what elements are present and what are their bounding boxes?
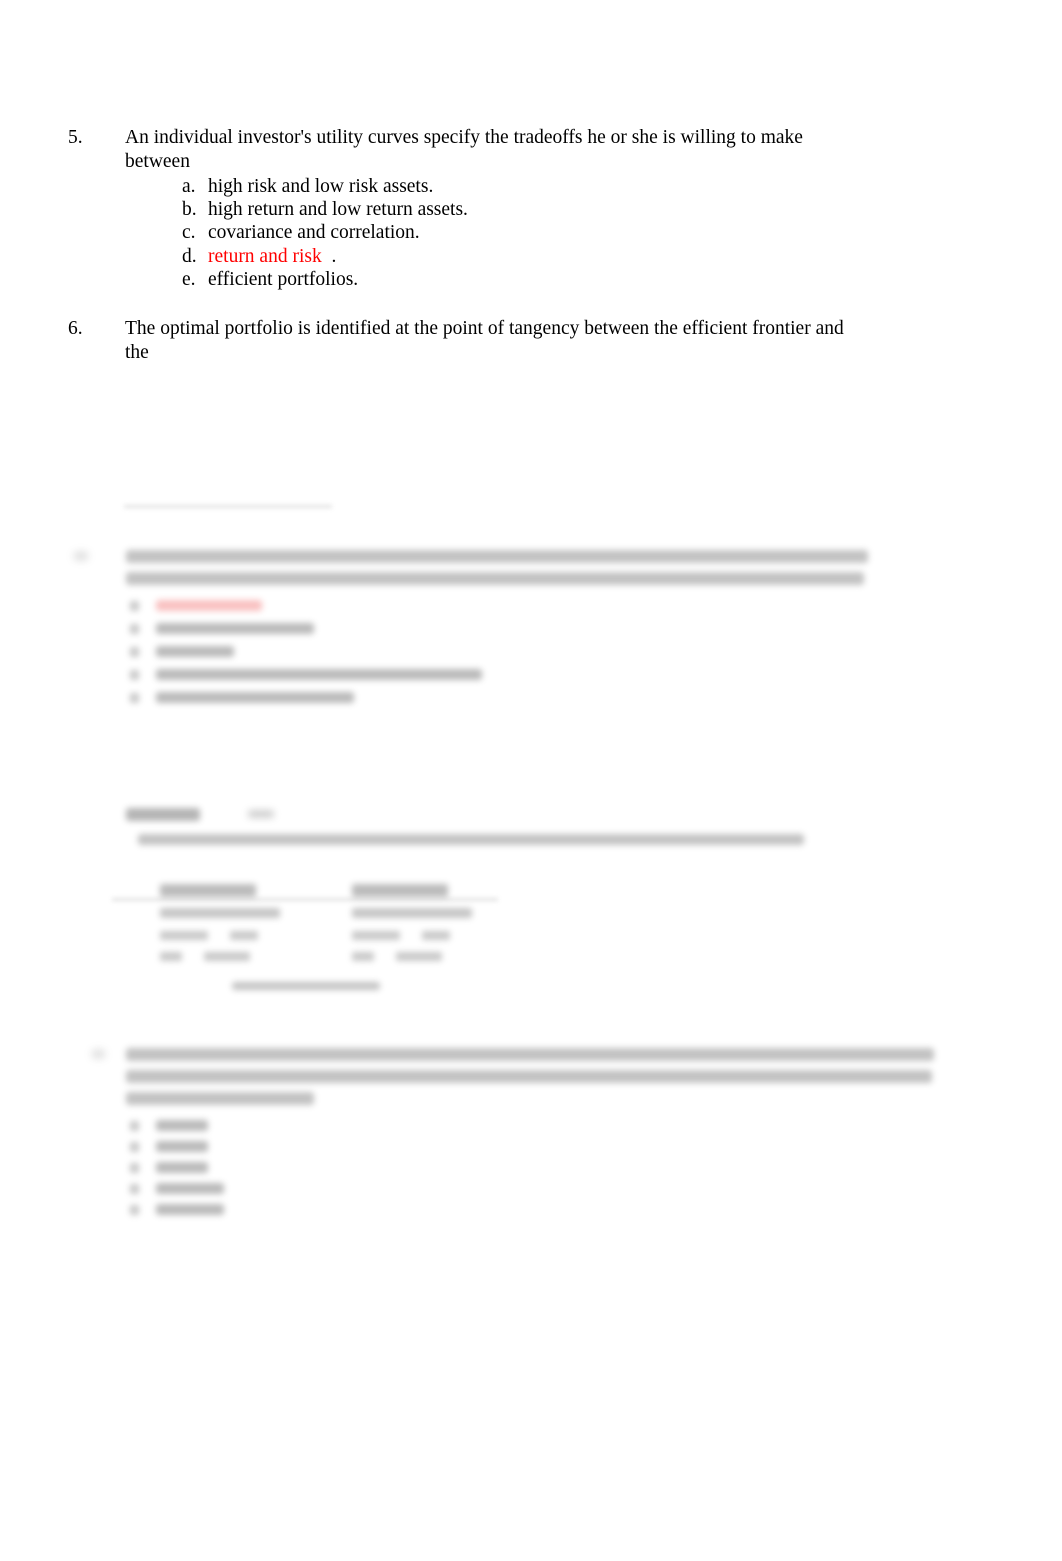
option-5-e-letter: e. [182, 268, 196, 290]
redacted-final-question-number [92, 1050, 108, 1058]
option-5-d-text: return and risk [208, 245, 332, 267]
question-6-number: 6. [68, 318, 83, 339]
redacted-option-list[interactable] [130, 600, 630, 703]
option-5-c-text: covariance and correlation. [208, 222, 420, 244]
question-5-stem: An individual investor's utility curves … [125, 127, 803, 172]
question-6: 6. The optimal portfolio is identified a… [68, 317, 878, 364]
redacted-table-footnote [232, 982, 392, 990]
option-5-c[interactable]: c. covariance and correlation. [182, 221, 868, 244]
redacted-final-question-stem [126, 1048, 938, 1105]
option-5-e[interactable]: e. efficient portfolios. [182, 268, 868, 291]
redacted-exhibit-description [138, 834, 808, 845]
question-5-options: a. high risk and low risk assets. b. hig… [125, 175, 868, 291]
redacted-exhibit-number [248, 810, 288, 818]
redacted-table-column-1 [160, 884, 290, 961]
redacted-question-number [74, 552, 88, 569]
option-5-a-text: high risk and low risk assets. [208, 176, 434, 197]
redacted-question-stem [126, 550, 871, 594]
redacted-table-column-2 [352, 884, 482, 961]
option-5-a[interactable]: a. high risk and low risk assets. [182, 175, 868, 198]
question-5-number: 5. [68, 127, 83, 148]
option-5-d-trailing-period: . [331, 245, 337, 267]
option-5-a-letter: a. [182, 176, 196, 197]
redacted-answer-blank-rule [124, 505, 332, 508]
question-5: 5. An individual investor's utility curv… [68, 126, 868, 291]
redacted-final-option-list[interactable] [130, 1120, 310, 1215]
option-5-b-text: high return and low return assets. [208, 199, 468, 221]
option-5-c-letter: c. [182, 222, 196, 244]
document-page: 5. An individual investor's utility curv… [0, 0, 1062, 1561]
option-5-b[interactable]: b. high return and low return assets. [182, 198, 868, 221]
option-5-b-letter: b. [182, 199, 197, 221]
option-5-e-text: efficient portfolios. [208, 268, 359, 290]
question-6-stem: The optimal portfolio is identified at t… [125, 318, 844, 363]
option-5-d-letter: d. [182, 245, 197, 267]
option-5-d[interactable]: d. return and risk . [182, 245, 868, 268]
redacted-exhibit-label [126, 808, 246, 821]
